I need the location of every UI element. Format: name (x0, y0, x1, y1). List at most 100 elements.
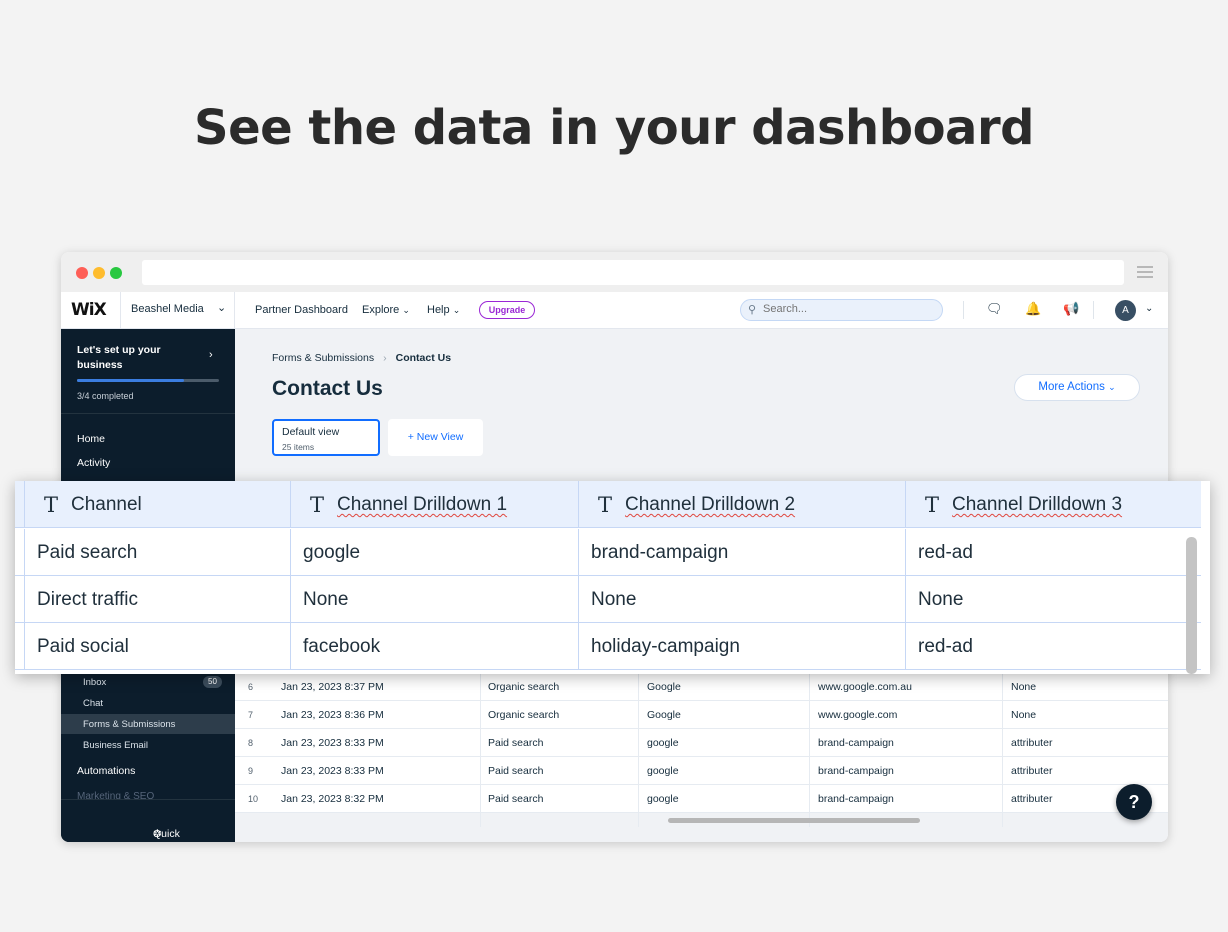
breadcrumb-forms[interactable]: Forms & Submissions (272, 352, 374, 364)
new-view-button[interactable]: + New View (388, 419, 483, 456)
chevron-right-icon: › (383, 352, 387, 364)
column-header-label: Channel Drilldown 2 (625, 494, 796, 515)
row-number: 7 (248, 710, 254, 720)
drilldown-1-cell[interactable]: None (290, 576, 578, 623)
help-button[interactable]: ? (1116, 784, 1152, 820)
search-input[interactable] (763, 303, 933, 315)
quick-access-button[interactable]: ✲ Quick Access (61, 799, 235, 842)
nav-explore[interactable]: Explore ⌄ (362, 304, 410, 316)
sidebar-item-chat[interactable]: Chat (83, 698, 103, 709)
chevron-down-icon: ⌄ (452, 305, 461, 315)
view-name: Default view (282, 426, 340, 438)
menu-icon[interactable] (1137, 266, 1153, 278)
wix-logo[interactable]: WiX (71, 300, 107, 320)
drilldown-1-cell: Google (647, 709, 681, 721)
drilldown-1-cell[interactable]: facebook (290, 623, 578, 670)
sidebar-item-home[interactable]: Home (77, 433, 105, 445)
chat-icon[interactable]: 🗨 (986, 301, 1003, 317)
horizontal-scrollbar[interactable] (668, 818, 920, 823)
drilldown-3-cell: None (1011, 709, 1037, 721)
row-number: 6 (248, 682, 254, 692)
setup-progress-bar (77, 379, 219, 382)
sidebar-item-forms[interactable]: Forms & Submissions (83, 719, 175, 730)
site-selector[interactable]: Beashel Media ⌄ (120, 292, 235, 328)
sidebar-item-automations[interactable]: Automations (77, 765, 135, 777)
table-row[interactable]: 8 Jan 23, 2023 8:33 PM Paid search google br… (235, 729, 1168, 757)
drilldown-2-cell[interactable]: holiday-campaign (578, 623, 905, 670)
quick-access-text: Quick Access (153, 828, 187, 842)
channel-cell: Paid search (488, 793, 544, 805)
table-row[interactable]: Direct traffic None None None (15, 576, 1201, 623)
drilldown-1-cell: google (647, 737, 679, 749)
bell-icon[interactable]: 🔔 (1025, 301, 1041, 317)
chevron-down-icon[interactable]: ⌄ (1145, 303, 1153, 314)
table-row[interactable]: Paid social facebook holiday-campaign red-a… (15, 623, 1201, 670)
site-name: Beashel Media (131, 303, 204, 315)
minimize-window-dot[interactable] (93, 267, 105, 279)
sidebar-item-inbox[interactable]: Inbox (83, 677, 106, 688)
drilldown-1-cell[interactable]: google (290, 529, 578, 576)
new-view-label: New View (416, 431, 464, 443)
column-header-drilldown-2[interactable]: T Channel Drilldown 2 (578, 481, 905, 528)
drilldown-2-cell: brand-campaign (818, 765, 894, 777)
channel-cell: Paid search (488, 765, 544, 777)
close-window-dot[interactable] (76, 267, 88, 279)
column-divider (1002, 659, 1003, 827)
drilldown-3-cell[interactable]: red-ad (905, 529, 1201, 576)
channel-cell[interactable]: Paid social (24, 623, 290, 670)
drilldown-3-cell: None (1011, 681, 1037, 693)
nav-help[interactable]: Help ⌄ (427, 304, 460, 316)
text-type-icon: T (598, 493, 613, 517)
column-divider (809, 659, 810, 827)
default-view-card[interactable]: Default view 25 items (272, 419, 380, 456)
drilldown-2-cell[interactable]: brand-campaign (578, 529, 905, 576)
table-row[interactable]: 6 Jan 23, 2023 8:37 PM Organic search Googl… (235, 673, 1168, 701)
vertical-scrollbar[interactable] (1186, 537, 1197, 674)
cell-text: holiday-campaign (591, 636, 740, 657)
date-cell: Jan 23, 2023 8:37 PM (281, 681, 384, 693)
nav-partner-dashboard[interactable]: Partner Dashboard (255, 304, 348, 316)
column-divider (480, 659, 481, 827)
chevron-right-icon[interactable]: › (209, 349, 213, 361)
more-actions-label: More Actions (1038, 381, 1105, 393)
column-header-drilldown-1[interactable]: T Channel Drilldown 1 (290, 481, 578, 528)
date-cell: Jan 23, 2023 8:32 PM (281, 793, 384, 805)
column-header-label: Channel (71, 494, 142, 515)
table-row[interactable]: Paid search google brand-campaign red-ad (15, 529, 1201, 576)
table-row[interactable]: 7 Jan 23, 2023 8:36 PM Organic search Googl… (235, 701, 1168, 729)
cell-text: red-ad (918, 636, 973, 657)
maximize-window-dot[interactable] (110, 267, 122, 279)
channel-cell[interactable]: Paid search (24, 529, 290, 576)
drilldown-2-cell[interactable]: None (578, 576, 905, 623)
column-header-drilldown-3[interactable]: T Channel Drilldown 3 (905, 481, 1201, 528)
more-actions-button[interactable]: More Actions ⌄ (1014, 374, 1140, 401)
table-row[interactable]: 10 Jan 23, 2023 8:32 PM Paid search google b… (235, 785, 1168, 813)
cell-text: Paid social (37, 636, 129, 657)
drilldown-3-cell[interactable]: None (905, 576, 1201, 623)
sidebar-item-activity[interactable]: Activity (77, 457, 110, 469)
sidebar-item-business-email[interactable]: Business Email (83, 740, 148, 751)
column-header-channel[interactable]: T Channel (24, 481, 290, 528)
avatar[interactable]: A (1115, 300, 1136, 321)
inbox-count-badge: 50 (203, 676, 222, 688)
search-box[interactable]: ⚲ (740, 299, 943, 321)
table-row[interactable]: 9 Jan 23, 2023 8:33 PM Paid search google br… (235, 757, 1168, 785)
channel-cell: Paid search (488, 737, 544, 749)
cell-text: Paid search (37, 542, 138, 563)
drilldown-3-cell[interactable]: red-ad (905, 623, 1201, 670)
cell-text: red-ad (918, 542, 973, 563)
channel-cell: Organic search (488, 681, 560, 693)
cell-text: brand-campaign (591, 542, 729, 563)
channel-cell[interactable]: Direct traffic (24, 576, 290, 623)
setup-title[interactable]: Let's set up your business (77, 343, 207, 373)
channel-cell: Organic search (488, 709, 560, 721)
text-type-icon: T (44, 493, 59, 517)
chevron-down-icon: ⌄ (217, 302, 227, 314)
cell-text: Direct traffic (37, 589, 139, 610)
url-bar[interactable] (142, 260, 1124, 285)
divider (963, 301, 964, 319)
upgrade-button[interactable]: Upgrade (479, 301, 535, 319)
megaphone-icon[interactable]: 📢 (1063, 301, 1079, 317)
cell-text: None (303, 589, 349, 610)
setup-status: 3/4 completed (77, 391, 134, 401)
